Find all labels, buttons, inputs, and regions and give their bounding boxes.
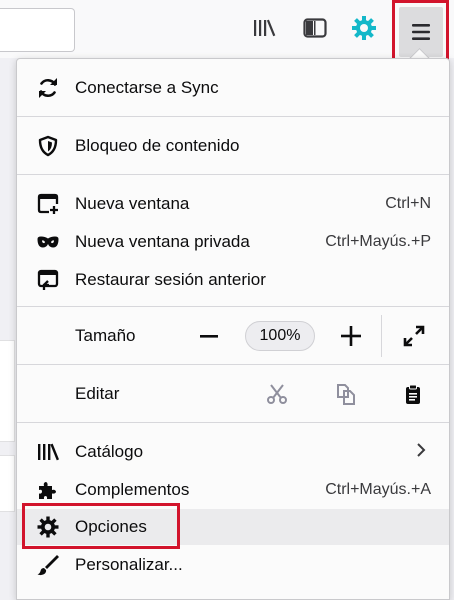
menu-item-content-blocking[interactable]: Bloqueo de contenido [17,128,449,164]
shortcut-label: Ctrl+N [385,195,431,212]
separator [17,364,449,365]
minus-icon [200,335,218,338]
menu-item-label: Complementos [75,480,190,499]
sync-icon [35,75,61,101]
edit-label: Editar [75,384,120,403]
menu-item-label: Catálogo [75,442,144,461]
new-window-icon [35,191,61,217]
extension-icon[interactable] [350,14,378,42]
menu-item-restore-session[interactable]: Restaurar sesión anterior [17,262,449,298]
puzzle-piece-icon [35,477,61,503]
menu-item-new-window[interactable]: Nueva ventana Ctrl+N [17,186,449,222]
zoom-controls: Tamaño [17,318,449,354]
menu-item-label: Bloqueo de contenido [75,136,240,155]
menu-item-label: Restaurar sesión anterior [75,270,266,289]
menu-item-label: Conectarse a Sync [75,78,219,97]
separator [17,174,449,175]
zoom-label: Tamaño [75,326,136,345]
shortcut-label: Ctrl+Mayús.+P [325,233,431,250]
menu-item-label: Nueva ventana privada [75,232,250,251]
hamburger-menu-icon [411,24,430,40]
edit-controls: Editar [17,376,449,412]
highlight-box [22,503,180,549]
zoom-in-button[interactable] [337,322,365,350]
paintbrush-icon [35,552,61,578]
zoom-value: 100% [259,327,301,344]
menu-item-label: Nueva ventana [75,194,190,213]
chevron-right-icon [415,442,427,463]
menu-item-sync[interactable]: Conectarse a Sync [17,70,449,106]
page-content-edge [0,340,15,442]
zoom-reset-button[interactable]: 100% [245,321,315,351]
sidebar-icon[interactable] [301,14,329,42]
cut-button[interactable] [264,381,290,407]
separator [17,116,449,117]
menu-item-private-window[interactable]: Nueva ventana privada Ctrl+Mayús.+P [17,224,449,260]
zoom-out-button[interactable] [195,322,223,350]
paste-button[interactable] [400,381,426,407]
fullscreen-button[interactable] [400,322,428,350]
browser-toolbar [0,0,454,64]
separator [17,306,449,307]
library-icon[interactable] [251,14,279,42]
separator [381,315,382,357]
copy-button[interactable] [333,381,359,407]
library-icon [35,439,61,465]
shortcut-label: Ctrl+Mayús.+A [325,481,431,498]
clipboard-icon [406,384,420,404]
private-mask-icon [35,229,61,255]
restore-session-icon [35,267,61,293]
plus-icon [341,326,361,346]
page-content-edge [0,455,15,512]
scissors-icon [267,384,287,404]
shield-icon [35,133,61,159]
menu-item-customize[interactable]: Personalizar... [17,547,449,583]
copy-icon [337,384,355,405]
separator [17,422,449,423]
menu-item-library[interactable]: Catálogo [17,434,449,470]
fullscreen-icon [403,325,425,347]
menu-item-label: Personalizar... [75,555,183,574]
url-bar[interactable] [0,8,75,52]
